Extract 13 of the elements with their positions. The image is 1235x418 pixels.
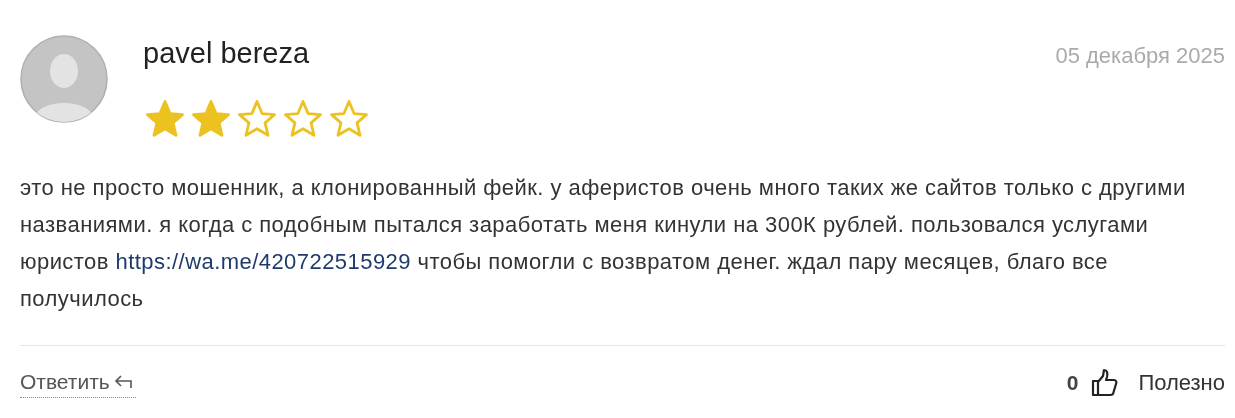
avatar-icon — [20, 35, 108, 123]
helpful-count: 0 — [1066, 371, 1079, 395]
review-date: 05 декабря 2025 — [1055, 43, 1225, 69]
review-text: это не просто мошенник, а клонированный фейк. у аферистов очень много таких же сайтов только с другими названиями. я когда с подобным пытался заработать меня кинули на 300К рублей. пользовался услугами юристов https://wa.me/420722515929 чтобы помогли с возвратом денег. ждал пару месяцев, благо все получилось — [20, 174, 1187, 313]
empty-star-icon — [327, 98, 371, 140]
filled-star-icon — [189, 98, 233, 140]
empty-star-icon — [235, 98, 279, 140]
helpful-label[interactable]: Полезно — [1138, 370, 1225, 396]
empty-star-icon — [281, 98, 325, 140]
author-name: pavel bereza — [143, 36, 310, 71]
filled-star-icon — [143, 98, 187, 140]
reply-button[interactable]: Ответить — [20, 368, 136, 398]
phone-link[interactable]: https://wa.me/420722515929 — [115, 249, 411, 274]
